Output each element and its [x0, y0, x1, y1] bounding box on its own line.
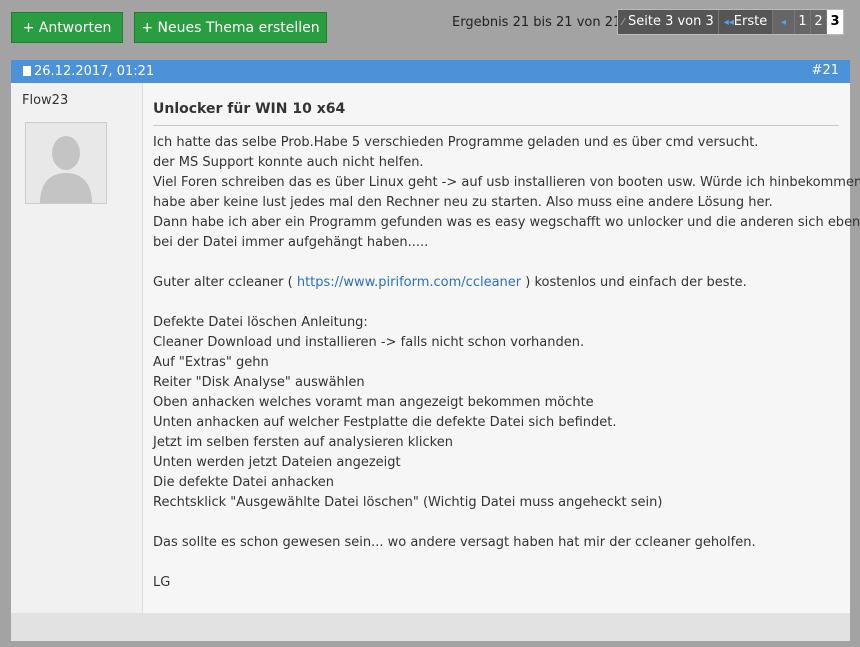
- first-page-link[interactable]: ◂◂Erste: [719, 10, 773, 34]
- post-header: 26.12.2017, 01:21 #21: [11, 60, 850, 83]
- text-line: LG: [153, 575, 171, 590]
- page-selector[interactable]: ⁄ Seite 3 von 3: [618, 10, 719, 34]
- post-content: Unlocker für WIN 10 x64 Ich hatte das se…: [143, 83, 860, 613]
- post-text: Ich hatte das selbe Prob.Habe 5 verschie…: [153, 133, 860, 593]
- text-line: habe aber keine lust jedes mal den Rechn…: [153, 195, 773, 210]
- page-link-1[interactable]: 1: [795, 10, 811, 34]
- avatar[interactable]: [25, 122, 107, 204]
- forum-post: 26.12.2017, 01:21 #21 Flow23 Unlocker fü…: [11, 60, 860, 641]
- pagination: ⁄ Seite 3 von 3 ◂◂Erste ◂ 1 2 3: [617, 9, 844, 35]
- post-body: Flow23 Unlocker für WIN 10 x64 Ich hatte…: [11, 83, 860, 613]
- first-page-label: Erste: [733, 14, 768, 29]
- reply-button[interactable]: + Antworten: [11, 12, 123, 43]
- result-count: Ergebnis 21 bis 21 von 21: [452, 15, 622, 30]
- text-line: Das sollte es schon gewesen sein... wo a…: [153, 535, 756, 550]
- text-line: Auf "Extras" gehn: [153, 355, 269, 370]
- double-left-arrow-icon: ◂◂: [723, 17, 734, 28]
- post-date-text: 26.12.2017, 01:21: [34, 64, 155, 79]
- text-line: Viel Foren schreiben das es über Linux g…: [153, 175, 860, 190]
- ccleaner-prefix: Guter alter ccleaner (: [153, 275, 297, 290]
- ccleaner-link[interactable]: https://www.piriform.com/ccleaner: [297, 275, 521, 290]
- edit-icon: ⁄: [622, 17, 624, 28]
- post-title: Unlocker für WIN 10 x64: [153, 101, 839, 126]
- text-line: Unten werden jetzt Dateien angezeigt: [153, 455, 401, 470]
- text-line: Oben anhacken welches voramt man angezei…: [153, 395, 594, 410]
- text-line: der MS Support konnte auch nicht helfen.: [153, 155, 424, 170]
- new-topic-button[interactable]: + Neues Thema erstellen: [134, 12, 327, 43]
- text-line: bei der Datei immer aufgehängt haben....…: [153, 235, 429, 250]
- author-column: Flow23: [11, 83, 143, 613]
- page-label: Seite 3 von 3: [628, 14, 714, 29]
- post-permalink[interactable]: #21: [812, 63, 839, 78]
- text-line: Rechtsklick "Ausgewählte Datei löschen" …: [153, 495, 663, 510]
- text-line: Jetzt im selben fersten auf analysieren …: [153, 435, 453, 450]
- page-current: 3: [827, 10, 843, 34]
- text-line: Die defekte Datei anhacken: [153, 475, 335, 490]
- prev-page-link[interactable]: ◂: [773, 10, 795, 34]
- left-arrow-icon: ◂: [780, 17, 787, 28]
- text-line: Ich hatte das selbe Prob.Habe 5 verschie…: [153, 135, 759, 150]
- post-date: 26.12.2017, 01:21: [23, 64, 154, 79]
- default-avatar-icon: [26, 123, 106, 203]
- text-line: Cleaner Download und installieren -> fal…: [153, 335, 585, 350]
- document-icon: [23, 66, 31, 76]
- author-name[interactable]: Flow23: [22, 93, 68, 108]
- text-line: Reiter "Disk Analyse" auswählen: [153, 375, 365, 390]
- text-line: Dann habe ich aber ein Programm gefunden…: [153, 215, 860, 230]
- post-footer: [11, 613, 850, 641]
- ccleaner-suffix: ) kostenlos und einfach der beste.: [521, 275, 747, 290]
- text-line: Defekte Datei löschen Anleitung:: [153, 315, 368, 330]
- text-line: Guter alter ccleaner ( https://www.pirif…: [153, 273, 843, 293]
- page-link-2[interactable]: 2: [811, 10, 827, 34]
- text-line: Unten anhacken auf welcher Festplatte di…: [153, 415, 617, 430]
